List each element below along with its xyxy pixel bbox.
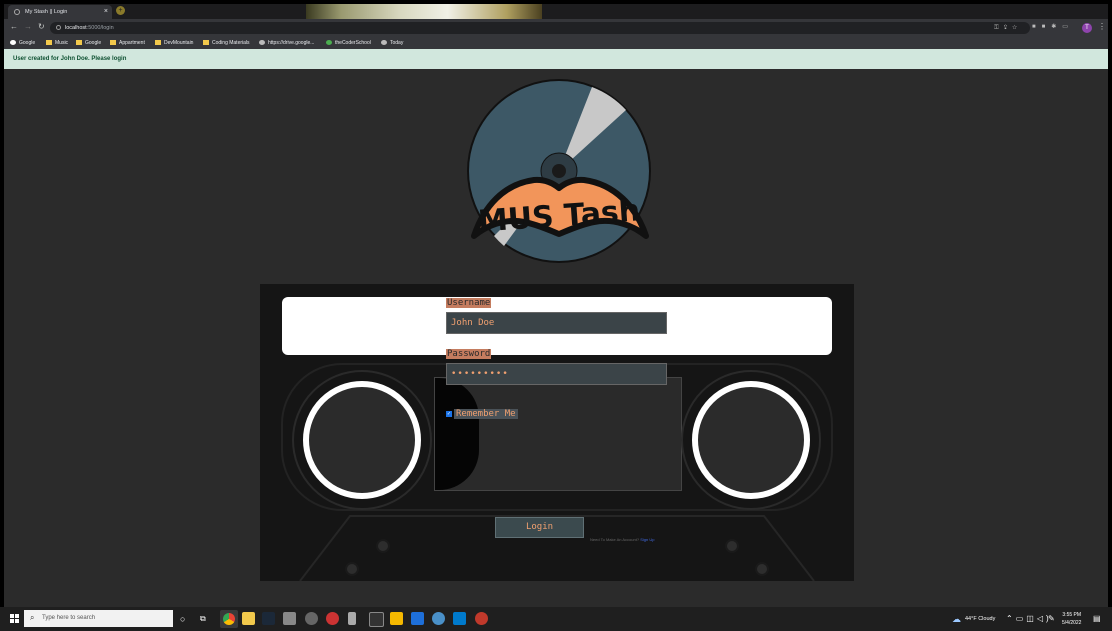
search-placeholder: Type here to search [42, 615, 96, 621]
dot-icon [326, 40, 332, 45]
extension-icon[interactable]: + [116, 6, 125, 15]
drive-icon [259, 40, 265, 45]
app-icon[interactable] [348, 612, 356, 625]
folder-icon [76, 40, 82, 45]
google-icon [10, 40, 16, 45]
remember-checkbox[interactable]: ✓ [446, 411, 452, 417]
chrome-taskbar-slot[interactable] [220, 610, 238, 628]
bookmark-thecoderschool[interactable]: theCoderSchool [326, 39, 371, 47]
username-label: Username [446, 298, 492, 308]
tab-favicon [14, 9, 20, 15]
link-icon [381, 40, 387, 45]
bookmark-today[interactable]: Today [381, 39, 403, 47]
username-input[interactable]: John Doe [446, 312, 667, 334]
screw [755, 562, 769, 576]
browser-toolbar: ← → ↻ localhost:5000/login ⚿⇪☆ ■■✱▭ T ⋮ [4, 19, 1108, 37]
signup-prompt: Need To Make An Account? Sign Up [590, 537, 654, 542]
steam-icon[interactable] [262, 612, 275, 625]
bookmark-appartment[interactable]: Appartment [110, 39, 145, 47]
chrome-icon [223, 613, 235, 625]
app-icon[interactable] [326, 612, 339, 625]
system-tray-icons[interactable]: ⌃▭◫◁) [1006, 607, 1052, 631]
clock-time: 3:55 PM [1062, 612, 1082, 618]
screw [725, 539, 739, 553]
cassette-login-card: Username John Doe Password ••••••••• ✓ Re… [260, 284, 854, 581]
weather-text[interactable]: 44°F Cloudy [965, 607, 995, 631]
clock[interactable]: 3:55 PM 5/4/2022 [1062, 611, 1081, 627]
cortana-icon[interactable]: ○ [180, 607, 185, 631]
app-icon[interactable] [432, 612, 445, 625]
screw [376, 539, 390, 553]
bookmark-google-folder[interactable]: Google [76, 39, 101, 47]
bookmark-music[interactable]: Music [46, 39, 68, 47]
pen-icon[interactable]: ✎ [1048, 607, 1055, 631]
reload-icon[interactable]: ↻ [38, 22, 45, 31]
search-icon: ⌕ [30, 613, 35, 622]
reel-right [692, 381, 810, 499]
app-icon[interactable] [390, 612, 403, 625]
app-icon[interactable] [369, 612, 384, 627]
screw [345, 562, 359, 576]
bookmark-coding-materials[interactable]: Coding Materials [203, 39, 250, 47]
app-icon[interactable] [411, 612, 424, 625]
extension-icons[interactable]: ■■✱▭ [1032, 23, 1074, 30]
windows-taskbar: ⌕ Type here to search ○ ⧉ ☁ 44°F Cloudy … [0, 607, 1112, 631]
folder-icon [155, 40, 161, 45]
tab-preview-thumbnail [306, 4, 542, 19]
cassette-window [434, 377, 682, 491]
flash-text: User created for John Doe. Please login [13, 56, 127, 62]
url-text: localhost:5000/login [65, 25, 114, 31]
folder-icon [110, 40, 116, 45]
tab-active[interactable]: My Stash || Login × [8, 5, 112, 19]
app-icon[interactable] [305, 612, 318, 625]
windows-start-icon[interactable] [10, 614, 19, 623]
signup-link[interactable]: Sign Up [640, 537, 654, 542]
site-info-icon[interactable] [56, 25, 61, 30]
forward-icon[interactable]: → [24, 22, 32, 31]
menu-icon[interactable]: ⋮ [1098, 22, 1106, 31]
bookmark-google[interactable]: Google [10, 39, 35, 47]
notification-icon[interactable]: ▤ [1093, 607, 1101, 631]
app-icon[interactable] [283, 612, 296, 625]
explorer-icon[interactable] [242, 612, 255, 625]
back-icon[interactable]: ← [10, 22, 18, 31]
tab-title: My Stash || Login [25, 9, 68, 15]
remember-me[interactable]: ✓ Remember Me [446, 403, 518, 419]
address-bar[interactable]: localhost:5000/login ⚿⇪☆ [50, 22, 1030, 34]
taskbar-search[interactable]: ⌕ Type here to search [24, 610, 173, 627]
folder-icon [203, 40, 209, 45]
profile-avatar[interactable]: T [1082, 23, 1092, 33]
password-label: Password [446, 349, 492, 359]
bookmark-drive[interactable]: https://drive.google... [259, 39, 314, 47]
address-bar-actions[interactable]: ⚿⇪☆ [994, 22, 1022, 34]
tape-spool [435, 378, 479, 490]
bookmark-devmountain[interactable]: DevMountain [155, 39, 193, 47]
login-button[interactable]: Login [495, 517, 584, 538]
logo-disc-hole [552, 164, 566, 178]
cloud-icon: ☁ [952, 614, 961, 624]
chrome-icon[interactable] [475, 612, 488, 625]
password-input[interactable]: ••••••••• [446, 363, 667, 385]
folder-icon [46, 40, 52, 45]
task-view-icon[interactable]: ⧉ [200, 607, 206, 631]
signup-prompt-text: Need To Make An Account? [590, 537, 640, 542]
clock-date: 5/4/2022 [1062, 620, 1082, 626]
browser-window: My Stash || Login × + ← → ↻ localhost:50… [4, 4, 1108, 607]
tab-strip: My Stash || Login × + [4, 4, 1108, 19]
flash-message: User created for John Doe. Please login [4, 49, 1108, 69]
reel-left [303, 381, 421, 499]
remember-label: Remember Me [454, 409, 518, 419]
vscode-icon[interactable] [453, 612, 466, 625]
tab-close-button[interactable]: × [104, 5, 108, 19]
mustash-logo: MUS Tash [467, 79, 651, 263]
